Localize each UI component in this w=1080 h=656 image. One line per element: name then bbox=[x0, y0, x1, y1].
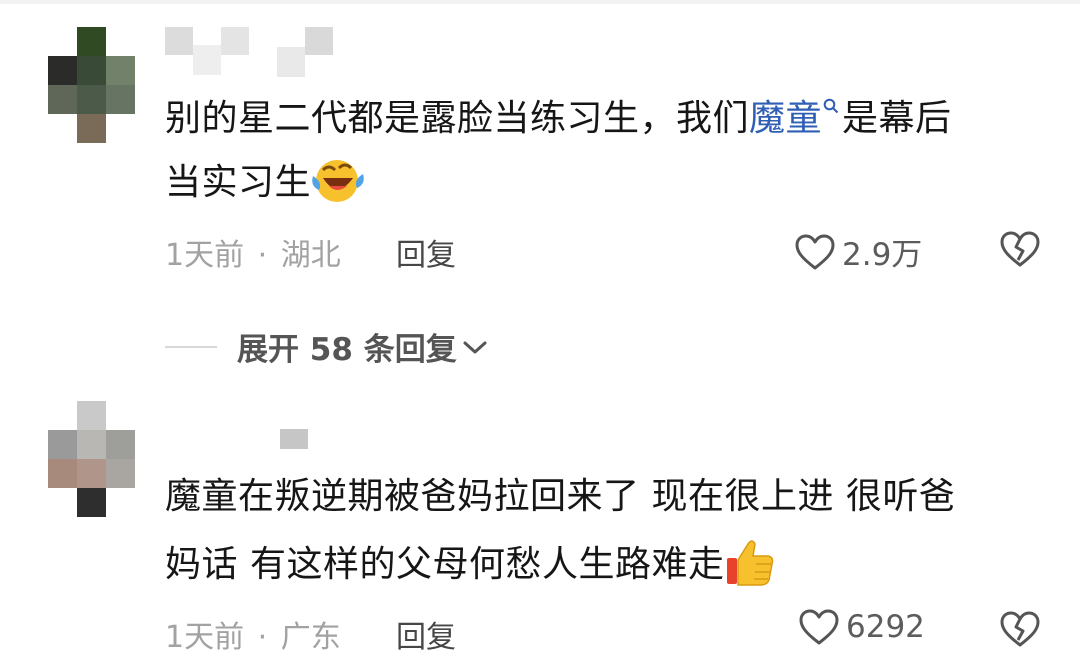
username-blurred[interactable] bbox=[165, 27, 340, 77]
comment-meta: 1天前 · 广东 bbox=[165, 612, 341, 656]
top-divider bbox=[0, 0, 1080, 4]
avatar[interactable] bbox=[48, 27, 136, 143]
username-blurred[interactable] bbox=[280, 429, 310, 457]
like-count: 6292 bbox=[846, 609, 925, 645]
comment-text: 别的星二代都是露脸当练习生，我们魔童 是幕后 当实习生 bbox=[165, 98, 952, 203]
timestamp: 1天前 bbox=[165, 620, 245, 655]
expand-replies-button[interactable]: 展开 58 条回复 bbox=[165, 324, 489, 369]
reply-button[interactable]: 回复 bbox=[396, 612, 456, 656]
location: 广东 bbox=[280, 620, 341, 655]
reply-button[interactable]: 回复 bbox=[396, 230, 456, 274]
comment-text: 魔童在叛逆期被爸妈拉回来了 现在很上进 很听爸 妈话 有这样的父母何愁人生路难走 bbox=[165, 476, 955, 592]
laughing-crying-emoji bbox=[312, 160, 364, 202]
keyword-link[interactable]: 魔童 bbox=[749, 98, 822, 139]
broken-heart-icon[interactable] bbox=[999, 230, 1041, 268]
timestamp: 1天前 bbox=[165, 238, 245, 273]
heart-outline-icon bbox=[799, 609, 839, 645]
like-button[interactable]: 6292 bbox=[798, 608, 925, 646]
broken-heart-icon[interactable] bbox=[999, 610, 1041, 648]
thumbs-up-emoji bbox=[727, 540, 774, 586]
separator: · bbox=[257, 620, 268, 655]
separator: · bbox=[257, 238, 268, 273]
chevron-down-icon bbox=[463, 341, 487, 353]
expand-replies-label: 展开 58 条回复 bbox=[237, 332, 457, 368]
comment-meta: 1天前 · 湖北 bbox=[165, 230, 341, 274]
heart-outline-icon bbox=[795, 234, 835, 269]
like-count: 2.9万 bbox=[842, 237, 923, 273]
like-button[interactable]: 2.9万 bbox=[794, 229, 922, 274]
expand-divider bbox=[165, 345, 217, 348]
search-icon bbox=[823, 98, 839, 114]
location: 湖北 bbox=[280, 238, 341, 273]
avatar[interactable] bbox=[48, 401, 136, 517]
